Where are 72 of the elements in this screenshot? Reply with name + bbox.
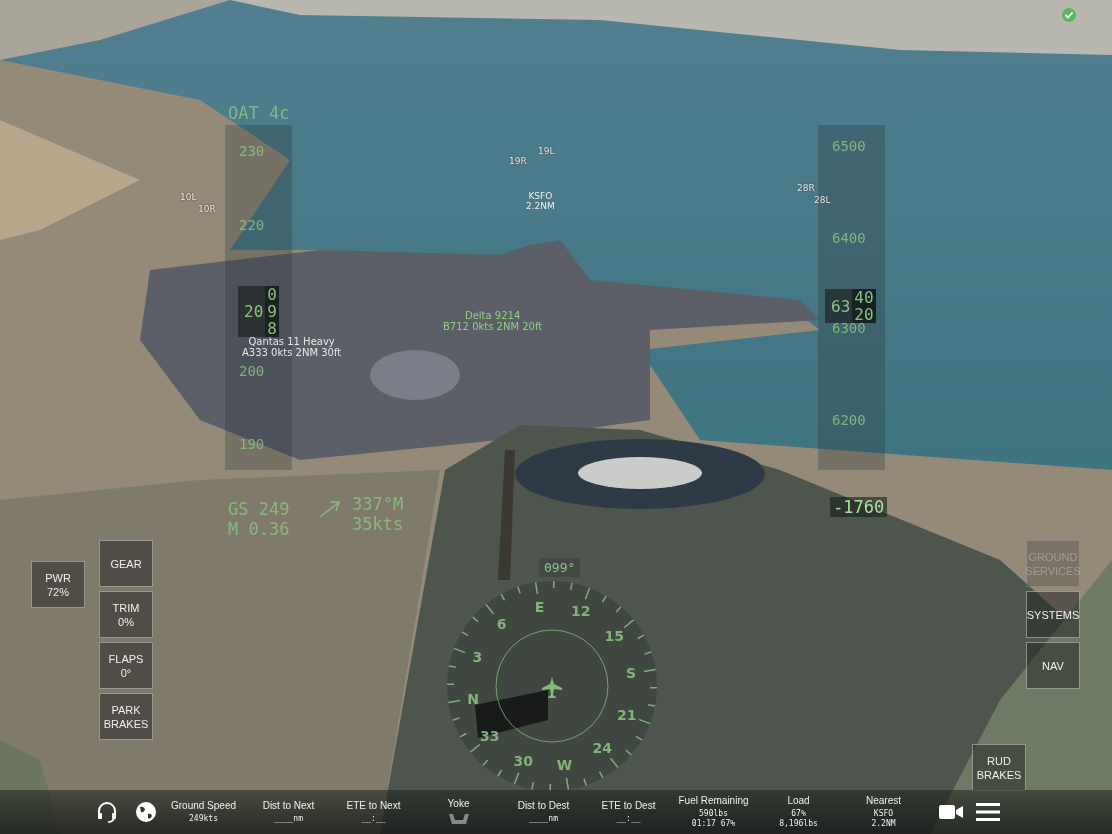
compass-label: 30 <box>513 752 534 769</box>
control-button[interactable]: TRIM 0% <box>99 591 153 638</box>
altitude-tick-label: 6200 <box>832 412 866 428</box>
yoke-icon[interactable] <box>446 812 471 826</box>
compass-label: N <box>467 690 479 707</box>
stat-label: Dist to Dest <box>517 800 570 811</box>
headset-icon[interactable] <box>95 800 119 824</box>
menu-icon[interactable] <box>976 802 1000 822</box>
control-button[interactable]: PARK BRAKES <box>99 693 153 740</box>
wind-direction: 337°M <box>352 494 404 514</box>
stat-label: ETE to Dest <box>601 800 656 811</box>
compass-label: 3 <box>472 649 483 666</box>
stat-value: 2.2NM <box>871 819 896 829</box>
control-button[interactable]: GEAR <box>99 540 153 587</box>
stat-label: ETE to Next <box>346 800 401 811</box>
airport-label: KSFO 2.2NM <box>526 191 555 211</box>
outside-air-temperature: OAT 4c <box>228 103 290 123</box>
panel-button[interactable]: NAV <box>1026 642 1080 689</box>
stat-value: ____nm <box>529 814 558 824</box>
compass-label: 33 <box>480 728 500 745</box>
altitude-tick-label: 6400 <box>832 230 866 246</box>
compass-label: 15 <box>604 627 624 644</box>
airspeed-tick-label: 200 <box>239 363 265 379</box>
runway-label: 19R <box>509 156 527 166</box>
video-camera-icon[interactable] <box>938 803 964 821</box>
stat-value: 01:17 67% <box>691 819 736 829</box>
mach-readout: M 0.36 <box>228 519 290 539</box>
panel-button[interactable]: SYSTEMS <box>1026 591 1080 638</box>
compass-label: 12 <box>570 603 591 620</box>
stat-value: __:__ <box>616 814 641 824</box>
stat-value: 8,196lbs <box>779 819 818 829</box>
runway-label: 28R <box>797 183 815 193</box>
stat-label: Yoke <box>447 798 470 809</box>
airspeed-readout: 20 0 9 8 <box>238 286 279 337</box>
runway-label: 10R <box>198 204 216 214</box>
check-icon <box>1061 7 1077 23</box>
compass-label: 21 <box>616 706 637 723</box>
vertical-speed-readout: -1760 <box>830 497 888 517</box>
stat-value: KSFO <box>873 809 894 819</box>
compass-label: 6 <box>496 615 507 632</box>
airplane-icon <box>542 677 562 698</box>
runway-label: 19L <box>538 146 555 156</box>
altitude-tick-label: 6500 <box>832 138 866 154</box>
airspeed-tick-label: 190 <box>239 436 265 452</box>
stat-label: Ground Speed <box>170 800 237 811</box>
control-button[interactable]: FLAPS 0° <box>99 642 153 689</box>
power-button[interactable]: PWR 72% <box>31 561 85 608</box>
compass-label: E <box>534 599 545 615</box>
stat-label: Dist to Next <box>262 800 315 811</box>
compass-label: S <box>625 665 637 682</box>
stat-value: 67% <box>791 809 806 819</box>
runway-label: 28L <box>814 195 831 205</box>
heading-readout: 099° <box>539 558 581 577</box>
runway-label: 10L <box>180 192 197 202</box>
stat-value: 590lbs <box>699 809 728 819</box>
traffic-label: Qantas 11 Heavy A333 0kts 2NM 30ft <box>242 336 342 358</box>
stat-label: Load <box>787 795 810 806</box>
airspeed-tick-label: 230 <box>239 143 265 159</box>
ground-speed-readout: GS 249 <box>228 499 290 519</box>
traffic-label: Delta 9214 B712 0kts 2NM 20ft <box>443 310 543 332</box>
compass-label: 24 <box>592 740 613 757</box>
stat-value: ____nm <box>274 814 303 824</box>
altitude-tick-label: 6300 <box>832 320 866 336</box>
compass-label: W <box>556 757 573 773</box>
rudder-brakes-button[interactable]: RUD BRAKES <box>972 744 1026 791</box>
stat-label: Fuel Remaining <box>678 795 749 806</box>
airspeed-tick-label: 220 <box>239 217 265 233</box>
stat-value: __:__ <box>361 814 386 824</box>
stat-value: 249kts <box>189 814 218 824</box>
stat-label: Nearest <box>866 795 901 806</box>
wind-speed: 35kts <box>352 514 404 534</box>
globe-icon[interactable] <box>135 801 157 823</box>
